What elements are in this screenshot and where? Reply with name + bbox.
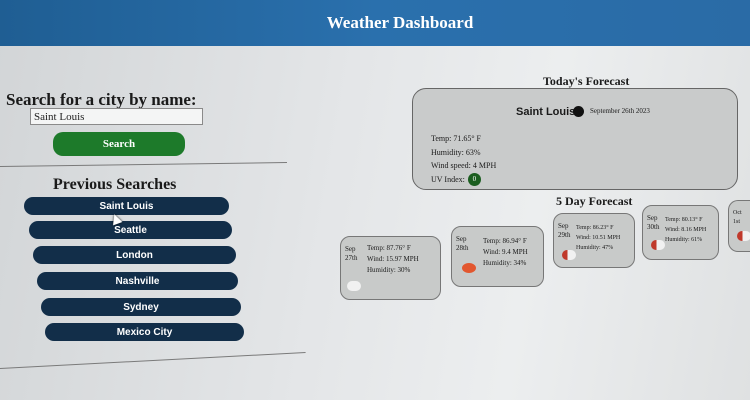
uv-label: UV Index: [431, 174, 465, 184]
partly-cloudy-icon [651, 240, 665, 250]
history-item-seattle[interactable]: Seattle [29, 221, 232, 239]
forecast-card: Sep 28th Temp: 86.94° F Wind: 9.4 MPH Hu… [451, 226, 544, 287]
forecast-stats: Temp: 86.94° F Wind: 9.4 MPH Humidity: 3… [483, 236, 528, 269]
today-uv: UV Index: 0 [431, 173, 496, 187]
forecast-card: Oct 1st [728, 200, 750, 252]
divider [0, 161, 287, 168]
divider [0, 351, 306, 369]
partly-cloudy-icon [562, 250, 576, 260]
today-temp: Temp: 71.65° F [431, 134, 481, 143]
forecast-date: Oct 1st [733, 210, 742, 225]
todays-forecast-heading: Today's Forecast [543, 74, 630, 88]
today-wind: Wind speed: 4 MPH [431, 161, 497, 170]
forecast-card: Sep 27th Temp: 87.76° F Wind: 15.97 MPH … [340, 236, 441, 300]
history-item-nashville[interactable]: Nashville [37, 272, 238, 290]
forecast-temp: Temp: 87.76° F [367, 244, 411, 252]
forecast-wind: Wind: 9.4 MPH [483, 248, 528, 256]
today-date: September 26th 2023 [590, 107, 650, 115]
app-title: Weather Dashboard [326, 13, 474, 32]
five-day-forecast-heading: 5 Day Forecast [556, 194, 633, 208]
forecast-card: Sep 29th Temp: 86.23° F Wind: 10.51 MPH … [553, 213, 635, 268]
forecast-humidity: Humidity: 30% [367, 266, 411, 274]
partly-cloudy-icon [737, 231, 750, 241]
today-stats: Temp: 71.65° F Humidity: 63% Wind speed:… [431, 132, 497, 187]
forecast-wind: Wind: 8.16 MPH [665, 227, 707, 233]
forecast-humidity: Humidity: 34% [483, 259, 527, 267]
city-search-input[interactable] [30, 108, 203, 125]
forecast-wind: Wind: 10.51 MPH [576, 235, 621, 241]
forecast-temp: Temp: 80.13° F [665, 217, 703, 223]
forecast-humidity: Humidity: 61% [665, 237, 703, 243]
history-item-saint-louis[interactable]: Saint Louis [24, 197, 229, 215]
forecast-date: Sep 27th [345, 245, 358, 262]
previous-searches-heading: Previous Searches [53, 176, 177, 193]
forecast-temp: Temp: 86.23° F [576, 225, 614, 231]
app-header: Weather Dashboard [0, 0, 750, 46]
today-city: Saint Louis [516, 106, 576, 118]
history-item-mexico-city[interactable]: Mexico City [45, 323, 244, 341]
forecast-temp: Temp: 86.94° F [483, 237, 527, 245]
forecast-wind: Wind: 15.97 MPH [367, 255, 419, 263]
forecast-stats: Temp: 87.76° F Wind: 15.97 MPH Humidity:… [367, 243, 419, 276]
sun-icon [462, 263, 476, 273]
today-humidity: Humidity: 63% [431, 147, 481, 157]
forecast-card: Sep 30th Temp: 80.13° F Wind: 8.16 MPH H… [642, 205, 719, 260]
moon-icon [573, 106, 584, 117]
search-button[interactable]: Search [53, 132, 185, 156]
search-panel: Search for a city by name: Search Previo… [0, 46, 320, 400]
forecast-stats: Temp: 86.23° F Wind: 10.51 MPH Humidity:… [576, 223, 620, 253]
history-item-sydney[interactable]: Sydney [41, 298, 241, 316]
forecast-stats: Temp: 80.13° F Wind: 8.16 MPH Humidity: … [665, 215, 706, 245]
forecast-humidity: Humidity: 47% [576, 245, 614, 251]
search-heading: Search for a city by name: [6, 90, 197, 109]
today-forecast-card: Saint Louis September 26th 2023 Temp: 71… [412, 88, 738, 190]
forecast-date: Sep 28th [456, 235, 469, 252]
cloud-icon [347, 281, 361, 291]
history-item-london[interactable]: London [33, 246, 236, 264]
uv-index-badge: 0 [467, 173, 481, 187]
